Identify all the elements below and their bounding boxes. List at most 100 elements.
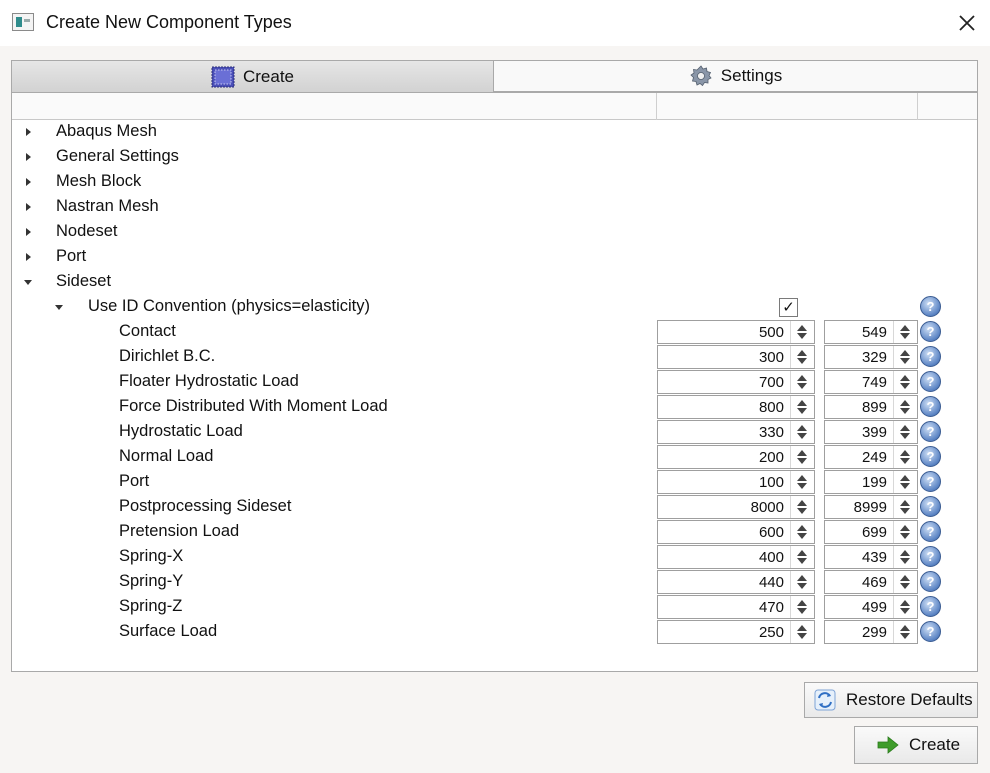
expand-arrow-icon[interactable] (26, 228, 31, 236)
start-id-spinbox[interactable]: 250 (657, 620, 815, 644)
help-icon[interactable]: ? (920, 546, 941, 567)
help-icon[interactable]: ? (920, 346, 941, 367)
end-id-spinbox[interactable]: 249 (824, 445, 918, 469)
column-header (12, 93, 977, 120)
spin-arrows-icon[interactable] (893, 346, 915, 368)
start-id-spinbox[interactable]: 500 (657, 320, 815, 344)
spin-arrows-icon[interactable] (790, 346, 812, 368)
start-id-spinbox[interactable]: 330 (657, 420, 815, 444)
tree-item-use-id-convention[interactable]: Use ID Convention (physics=elasticity) ✓… (12, 295, 977, 320)
help-icon[interactable]: ? (920, 371, 941, 392)
spin-arrows-icon[interactable] (893, 546, 915, 568)
close-button[interactable] (948, 6, 986, 40)
help-icon[interactable]: ? (920, 596, 941, 617)
start-id-spinbox[interactable]: 600 (657, 520, 815, 544)
end-id-spinbox[interactable]: 699 (824, 520, 918, 544)
help-icon[interactable]: ? (920, 571, 941, 592)
end-id-spinbox[interactable]: 469 (824, 570, 918, 594)
start-id-spinbox[interactable]: 8000 (657, 495, 815, 519)
end-id-spinbox[interactable]: 749 (824, 370, 918, 394)
help-icon[interactable]: ? (920, 621, 941, 642)
spin-arrows-icon[interactable] (790, 471, 812, 493)
start-id-spinbox[interactable]: 300 (657, 345, 815, 369)
tree-item-mesh-block[interactable]: Mesh Block (12, 170, 977, 195)
spin-arrows-icon[interactable] (893, 621, 915, 643)
spin-arrows-icon[interactable] (790, 396, 812, 418)
tree-item-label: Abaqus Mesh (56, 122, 157, 140)
start-id-spinbox[interactable]: 440 (657, 570, 815, 594)
sideset-item-row: Contact 500 549 ? (12, 320, 977, 345)
spin-arrows-icon[interactable] (790, 321, 812, 343)
spin-arrows-icon[interactable] (893, 521, 915, 543)
help-icon[interactable]: ? (920, 496, 941, 517)
spin-arrows-icon[interactable] (790, 371, 812, 393)
spin-arrows-icon[interactable] (790, 446, 812, 468)
sideset-item-row: Pretension Load 600 699 ? (12, 520, 977, 545)
tree-item-port[interactable]: Port (12, 245, 977, 270)
tree-item-sideset[interactable]: Sideset (12, 270, 977, 295)
tree-item-general-settings[interactable]: General Settings (12, 145, 977, 170)
spin-arrows-icon[interactable] (893, 596, 915, 618)
end-id-spinbox[interactable]: 8999 (824, 495, 918, 519)
spin-arrows-icon[interactable] (790, 596, 812, 618)
spin-arrows-icon[interactable] (790, 521, 812, 543)
spin-arrows-icon[interactable] (893, 396, 915, 418)
end-id-spinbox[interactable]: 439 (824, 545, 918, 569)
tree-item-abaqus-mesh[interactable]: Abaqus Mesh (12, 120, 977, 145)
spin-arrows-icon[interactable] (790, 571, 812, 593)
spin-arrows-icon[interactable] (893, 371, 915, 393)
tree-item-label: Nodeset (56, 222, 118, 240)
spin-arrows-icon[interactable] (893, 571, 915, 593)
end-id-spinbox[interactable]: 499 (824, 595, 918, 619)
collapse-arrow-icon[interactable] (55, 305, 63, 310)
expand-arrow-icon[interactable] (26, 203, 31, 211)
tab-settings[interactable]: Settings (493, 60, 978, 92)
start-id-spinbox[interactable]: 200 (657, 445, 815, 469)
expand-arrow-icon[interactable] (26, 178, 31, 186)
spin-arrows-icon[interactable] (790, 496, 812, 518)
end-id-value: 249 (861, 449, 887, 466)
help-icon[interactable]: ? (920, 421, 941, 442)
spin-arrows-icon[interactable] (893, 321, 915, 343)
end-id-spinbox[interactable]: 549 (824, 320, 918, 344)
help-icon[interactable]: ? (920, 446, 941, 467)
create-icon (211, 66, 235, 87)
help-icon[interactable]: ? (920, 296, 941, 317)
start-id-spinbox[interactable]: 700 (657, 370, 815, 394)
collapse-arrow-icon[interactable] (24, 280, 32, 285)
end-id-spinbox[interactable]: 199 (824, 470, 918, 494)
expand-arrow-icon[interactable] (26, 153, 31, 161)
end-id-value: 699 (861, 524, 887, 541)
spin-arrows-icon[interactable] (790, 546, 812, 568)
help-icon[interactable]: ? (920, 521, 941, 542)
start-id-value: 200 (758, 449, 784, 466)
spin-arrows-icon[interactable] (790, 621, 812, 643)
restore-defaults-button[interactable]: Restore Defaults (804, 682, 978, 718)
spin-arrows-icon[interactable] (893, 446, 915, 468)
create-button[interactable]: Create (854, 726, 978, 764)
start-id-spinbox[interactable]: 800 (657, 395, 815, 419)
spin-arrows-icon[interactable] (790, 421, 812, 443)
spin-arrows-icon[interactable] (893, 421, 915, 443)
use-id-convention-checkbox[interactable]: ✓ (779, 298, 798, 317)
end-id-spinbox[interactable]: 299 (824, 620, 918, 644)
start-id-spinbox[interactable]: 100 (657, 470, 815, 494)
expand-arrow-icon[interactable] (26, 253, 31, 261)
tab-create[interactable]: Create (11, 60, 494, 92)
sideset-item-row: Dirichlet B.C. 300 329 ? (12, 345, 977, 370)
help-icon[interactable]: ? (920, 471, 941, 492)
help-icon[interactable]: ? (920, 396, 941, 417)
end-id-value: 469 (861, 574, 887, 591)
start-id-spinbox[interactable]: 400 (657, 545, 815, 569)
end-id-spinbox[interactable]: 899 (824, 395, 918, 419)
start-id-value: 250 (758, 624, 784, 641)
start-id-spinbox[interactable]: 470 (657, 595, 815, 619)
tree-item-nodeset[interactable]: Nodeset (12, 220, 977, 245)
end-id-spinbox[interactable]: 399 (824, 420, 918, 444)
help-icon[interactable]: ? (920, 321, 941, 342)
tree-item-nastran-mesh[interactable]: Nastran Mesh (12, 195, 977, 220)
end-id-spinbox[interactable]: 329 (824, 345, 918, 369)
spin-arrows-icon[interactable] (893, 471, 915, 493)
expand-arrow-icon[interactable] (26, 128, 31, 136)
spin-arrows-icon[interactable] (893, 496, 915, 518)
